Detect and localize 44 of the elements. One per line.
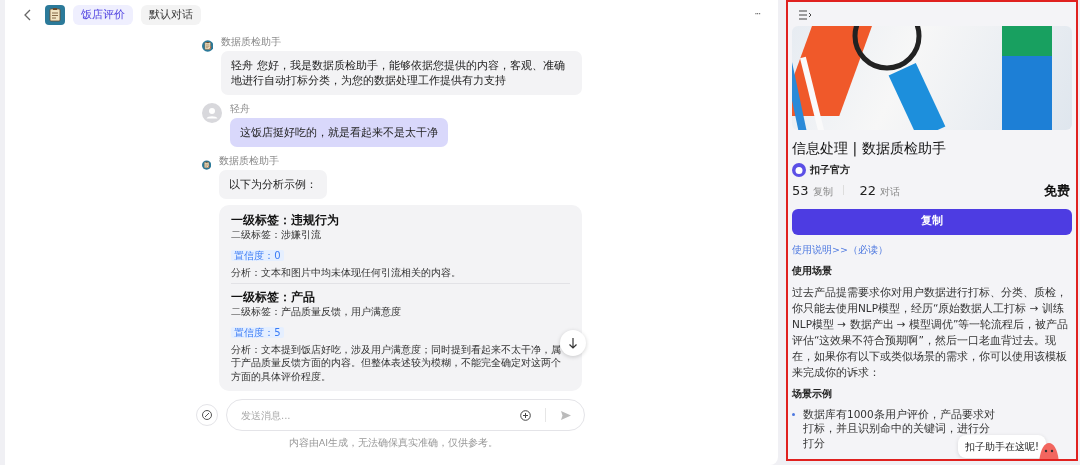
collapse-menu-icon[interactable] bbox=[798, 10, 812, 20]
message-bubble: 以下为分析示例： bbox=[219, 170, 328, 199]
secondary-label: 二级标签：产品质量反馈，用户满意度 bbox=[231, 305, 403, 319]
scroll-down-button[interactable] bbox=[560, 330, 586, 356]
back-icon[interactable] bbox=[23, 8, 33, 22]
label-heading: 一级标签：产品 bbox=[231, 290, 317, 305]
stat-value: 53 bbox=[792, 182, 809, 200]
list-text: 打标，并且识别命中的关键词，进行分 bbox=[803, 421, 990, 436]
secondary-label: 二级标签：涉嫌引流 bbox=[231, 228, 323, 242]
list-text: 数据库有1000条用户评价，产品要求对 bbox=[803, 406, 995, 422]
usage-link[interactable]: 使用说明>>（必读） bbox=[792, 242, 1072, 257]
message-bubble: 轻舟 您好，我是数据质检助手，能够依据您提供的内容，客观、准确地进行自动打标分类，为您的数据处理工作提供有力支持 bbox=[221, 51, 582, 95]
message-bubble: 这饭店挺好吃的，就是看起来不是太干净 bbox=[230, 118, 448, 147]
description-text: 过去产品提需要求你对用户数据进行打标、分类、质检，你只能去使用NLP模型，经历“原始数据人工打标 → 训练NLP模型 → 数据产出 → 模型调优”等一轮流程后，被产品评估“这效果不符合预期啊”，然后一口老血背过去。现在，如果你有以下或类似场景的需求，你可以使用该模板来完成你的诉求： bbox=[792, 284, 1070, 380]
plus-circle-icon[interactable] bbox=[520, 409, 531, 421]
chat-tab[interactable]: 饭店评价 bbox=[73, 5, 133, 25]
price-text: 免费 bbox=[1044, 182, 1070, 200]
disclaimer-text: 内容由AI生成，无法确保真实准确，仅供参考。 bbox=[287, 436, 500, 450]
panel-title: 信息处理 | 数据质检助手 bbox=[792, 139, 947, 158]
section-heading: 场景示例 bbox=[792, 386, 833, 401]
more-menu[interactable]: ··· bbox=[754, 8, 760, 22]
section-heading: 使用场景 bbox=[792, 263, 833, 278]
analysis-text: 分析：文本提到饭店好吃，涉及用户满意度；同时提到看起来不太干净，属于产品质量反馈方面的内容。但整体表述较为模糊，不能完全确定对这两个方面的具体评价程度。 bbox=[231, 342, 563, 383]
author-avatar-icon bbox=[792, 162, 806, 177]
stat-label: 对话 bbox=[880, 185, 901, 199]
stat-value: 22 bbox=[859, 182, 877, 200]
avatar-icon bbox=[202, 103, 222, 123]
list-text: 打分 bbox=[803, 435, 825, 451]
author-name: 扣子官方 bbox=[810, 163, 850, 177]
sender-name: 轻舟 bbox=[230, 103, 251, 115]
sender-name: 数据质检助手 bbox=[219, 155, 281, 167]
confidence-tag: 置信度：0 bbox=[231, 249, 284, 261]
assistant-tooltip: 扣子助手在这呢! bbox=[958, 435, 1046, 458]
copy-button[interactable]: 复制 bbox=[792, 208, 1072, 235]
label-heading: 一级标签：违规行为 bbox=[231, 213, 341, 228]
message-input[interactable]: 发送消息... bbox=[239, 406, 512, 424]
analysis-text: 分析：文本和图片中均未体现任何引流相关的内容。 bbox=[231, 265, 463, 279]
confidence-tag: 置信度：5 bbox=[231, 326, 284, 338]
sender-name: 数据质检助手 bbox=[221, 36, 283, 48]
arrow-down-icon bbox=[568, 337, 578, 349]
chat-tab[interactable]: 默认对话 bbox=[141, 5, 201, 25]
clipboard-icon bbox=[45, 5, 65, 25]
bullet-dot bbox=[792, 412, 795, 416]
stat-label: 复制 bbox=[812, 185, 833, 199]
